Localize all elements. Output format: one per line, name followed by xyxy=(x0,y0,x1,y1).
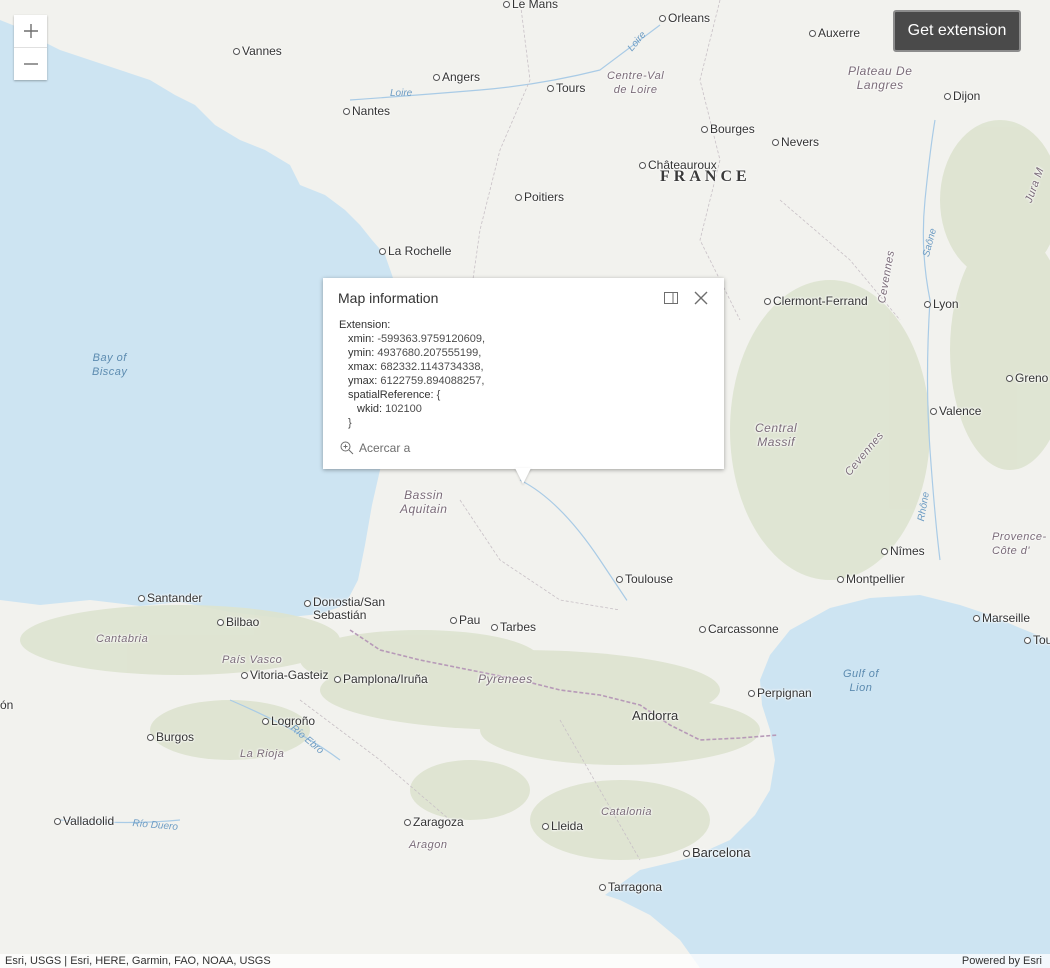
city-label: Montpellier xyxy=(837,572,905,586)
brace-open: { xyxy=(436,389,441,401)
plus-icon xyxy=(23,24,38,38)
region-label: Pyrenees xyxy=(478,672,533,686)
city-label: La Rochelle xyxy=(378,244,452,258)
country-label-andorra: Andorra xyxy=(632,708,679,723)
zoom-out-button[interactable] xyxy=(14,47,47,80)
city-label: ón xyxy=(0,698,14,712)
zoom-to-label: Acercar a xyxy=(359,441,411,455)
region-label: Provence- Côte d' xyxy=(992,531,1047,557)
zoom-to-button[interactable]: Acercar a xyxy=(340,441,410,455)
city-label: Nevers xyxy=(771,135,820,149)
minus-icon xyxy=(23,63,38,65)
city-label: Nîmes xyxy=(881,544,925,558)
city-label: Marseille xyxy=(972,611,1031,625)
spatial-reference-row: spatialReference: { xyxy=(339,388,485,402)
popup-pointer xyxy=(515,468,531,484)
region-label: Bassin Aquitain xyxy=(400,488,448,516)
city-label: Donostia/San Sebastián xyxy=(303,595,386,622)
city-label: Burgos xyxy=(146,730,195,744)
xmin-value: -599363.9759120609, xyxy=(377,333,486,345)
region-label: Centre-Val de Loire xyxy=(607,70,665,96)
city-label: Le Mans xyxy=(502,0,558,11)
city-label: Zaragoza xyxy=(404,815,464,829)
xmax-value: 682332.1143734338, xyxy=(380,361,484,373)
ymin-row: ymin: 4937680.207555199, xyxy=(339,346,485,360)
city-label: Vitoria-Gasteiz xyxy=(240,668,329,682)
wkid-value: 102100 xyxy=(385,403,422,415)
ymax-value: 6122759.894088257, xyxy=(380,375,485,387)
close-icon[interactable] xyxy=(693,290,709,306)
region-label: La Rioja xyxy=(240,748,285,760)
city-label: Tarbes xyxy=(490,620,537,634)
xmax-key: xmax: xyxy=(348,361,378,373)
popup-content: Extension: xmin: -599363.9759120609, ymi… xyxy=(339,318,485,430)
river-label: Loire xyxy=(390,88,413,99)
city-label: Tours xyxy=(546,81,586,95)
city-label: Perpignan xyxy=(748,686,812,700)
zoom-in-button[interactable] xyxy=(14,15,47,47)
popup-title: Map information xyxy=(338,290,439,306)
city-label: Angers xyxy=(432,70,481,84)
city-label: Valence xyxy=(929,404,982,418)
city-label: Lyon xyxy=(924,297,959,311)
city-label: Poitiers xyxy=(514,190,565,204)
ymin-key: ymin: xyxy=(348,347,375,359)
water-label: Bay of Biscay xyxy=(92,352,128,378)
extension-heading: Extension: xyxy=(339,319,391,331)
city-label: Bourges xyxy=(701,122,755,136)
city-label: Santander xyxy=(137,591,203,605)
city-label: Valladolid xyxy=(53,814,115,828)
city-label: Bilbao xyxy=(216,615,260,629)
dock-icon[interactable] xyxy=(664,291,678,305)
city-label: Tarragona xyxy=(598,880,663,894)
city-label: Tou xyxy=(1023,633,1050,647)
region-label: Plateau De Langres xyxy=(848,64,913,92)
powered-by-esri[interactable]: Powered by Esri xyxy=(962,955,1042,967)
map-view[interactable]: Le Mans Orleans Auxerre Vannes Angers To… xyxy=(0,0,1050,968)
attribution-sources[interactable]: Esri, USGS | Esri, HERE, Garmin, FAO, NO… xyxy=(5,955,271,967)
city-label: Pamplona/Iruña xyxy=(334,672,428,686)
ymax-key: ymax: xyxy=(348,375,378,387)
spatial-reference-key: spatialReference: xyxy=(348,389,434,401)
attribution-bar: Esri, USGS | Esri, HERE, Garmin, FAO, NO… xyxy=(0,954,1050,968)
city-label: Vannes xyxy=(233,44,282,58)
region-label: Cantabria xyxy=(96,633,149,645)
map-info-popup: Map information Extension: xmin: -599363… xyxy=(323,278,724,469)
region-label: Central Massif xyxy=(755,421,798,449)
city-label: Carcassonne xyxy=(699,622,779,636)
region-label: Catalonia xyxy=(601,806,652,818)
ymin-value: 4937680.207555199, xyxy=(377,347,482,359)
region-label: País Vasco xyxy=(222,654,283,666)
city-label: Dijon xyxy=(943,89,981,103)
city-label: Toulouse xyxy=(615,572,674,586)
country-label-france: FRANCE xyxy=(660,168,751,185)
wkid-key: wkid: xyxy=(357,403,383,415)
city-label: Lleida xyxy=(541,819,584,833)
xmin-row: xmin: -599363.9759120609, xyxy=(339,332,485,346)
city-label: Clermont-Ferrand xyxy=(764,294,868,308)
brace-close: } xyxy=(348,417,352,429)
water-label: Gulf of Lion xyxy=(843,668,879,694)
city-label: Auxerre xyxy=(808,26,861,40)
city-label: Orleans xyxy=(658,11,711,25)
zoom-control xyxy=(14,15,47,80)
xmin-key: xmin: xyxy=(348,333,375,345)
get-extension-button[interactable]: Get extension xyxy=(893,10,1021,52)
zoom-in-magnifier-icon xyxy=(340,441,354,455)
city-label: Pau xyxy=(449,613,481,627)
city-label: Barcelona xyxy=(683,845,751,860)
ymax-row: ymax: 6122759.894088257, xyxy=(339,374,485,388)
xmax-row: xmax: 682332.1143734338, xyxy=(339,360,485,374)
region-label: Aragon xyxy=(409,839,448,851)
wkid-row: wkid: 102100 xyxy=(339,402,485,416)
city-label: Nantes xyxy=(342,104,391,118)
city-label: Greno xyxy=(1005,371,1049,385)
